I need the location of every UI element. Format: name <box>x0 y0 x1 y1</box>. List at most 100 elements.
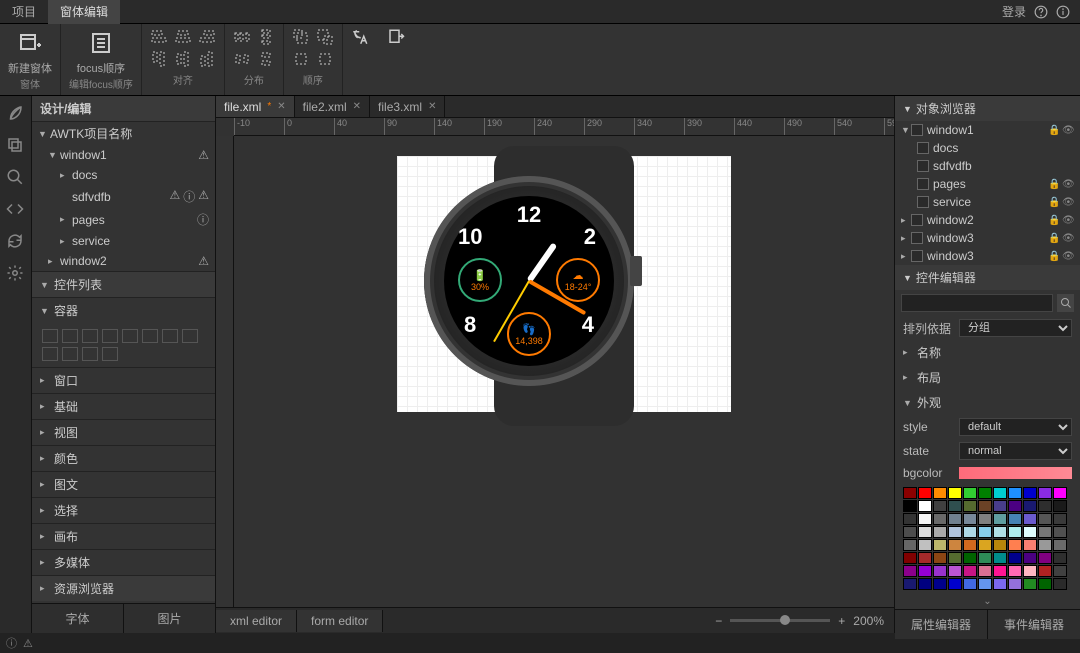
expand-palette[interactable]: ⌄ <box>895 594 1080 609</box>
imagetext-section[interactable]: ▸图文 <box>32 471 215 497</box>
dist-h-icon[interactable] <box>233 28 251 46</box>
control-swatch[interactable] <box>102 347 118 361</box>
status-warning-icon[interactable]: ⚠ <box>23 637 33 650</box>
control-swatch[interactable] <box>182 329 198 343</box>
color-swatch[interactable] <box>993 578 1007 590</box>
color-swatch[interactable] <box>933 487 947 499</box>
control-swatch[interactable] <box>42 329 58 343</box>
control-swatch[interactable] <box>102 329 118 343</box>
tree-sdfvdfb[interactable]: sdfvdfb⚠ⓘ⚠ <box>32 185 215 208</box>
align-bottom-icon[interactable] <box>198 50 216 68</box>
color-swatch[interactable] <box>918 539 932 551</box>
color-swatch[interactable] <box>948 487 962 499</box>
status-info-icon[interactable]: ⓘ <box>6 635 17 651</box>
dist-h2-icon[interactable] <box>233 50 251 68</box>
name-section[interactable]: ▸名称 <box>895 340 1080 365</box>
tree-window2[interactable]: ▸window2⚠ <box>32 251 215 271</box>
color-swatch[interactable] <box>903 487 917 499</box>
color-swatch[interactable] <box>1038 565 1052 577</box>
canvas-section[interactable]: ▸画布 <box>32 523 215 549</box>
close-icon[interactable]: ✕ <box>428 101 436 112</box>
color-swatch[interactable] <box>1038 500 1052 512</box>
control-swatch[interactable] <box>122 329 138 343</box>
lock-icon[interactable]: 🔒 <box>1048 125 1060 136</box>
lock-icon[interactable]: 🔒 <box>1048 197 1060 208</box>
obj-window1[interactable]: ▼window1🔒👁 <box>895 121 1080 139</box>
color-swatch[interactable] <box>963 539 977 551</box>
color-swatch[interactable] <box>978 487 992 499</box>
search-icon[interactable] <box>6 168 26 188</box>
control-swatch[interactable] <box>142 329 158 343</box>
obj-window3b[interactable]: ▸window3🔒👁 <box>895 247 1080 265</box>
forward-icon[interactable] <box>292 50 310 68</box>
leaf-icon[interactable] <box>6 104 26 124</box>
color-swatch[interactable] <box>933 552 947 564</box>
color-swatch[interactable] <box>1038 578 1052 590</box>
color-swatch[interactable] <box>918 565 932 577</box>
color-swatch[interactable] <box>993 487 1007 499</box>
artboard[interactable]: 12 2 4 8 10 🔋30% ☁18-24° 👣14,398 <box>397 156 731 412</box>
align-right-icon[interactable] <box>198 28 216 46</box>
color-swatch[interactable] <box>1023 552 1037 564</box>
tree-root[interactable]: ▼AWTK项目名称 <box>32 122 215 145</box>
resource-browser-section[interactable]: ▸资源浏览器 <box>32 575 215 601</box>
bgcolor-preview[interactable] <box>959 467 1072 479</box>
color-swatch[interactable] <box>1008 513 1022 525</box>
color-swatch[interactable] <box>933 578 947 590</box>
menu-window-edit[interactable]: 窗体编辑 <box>48 0 120 24</box>
color-swatch[interactable] <box>1038 513 1052 525</box>
tree-service[interactable]: ▸service <box>32 231 215 251</box>
bring-front-icon[interactable] <box>292 28 310 46</box>
file-tab-2[interactable]: file2.xml✕ <box>295 96 370 117</box>
send-back-icon[interactable] <box>316 28 334 46</box>
color-swatch[interactable] <box>1008 500 1022 512</box>
tab-image[interactable]: 图片 <box>123 604 215 633</box>
control-swatch[interactable] <box>162 329 178 343</box>
zoom-out-icon[interactable]: − <box>715 614 722 628</box>
ribbon-focus-order[interactable]: focus顺序 编辑focus顺序 <box>61 24 142 95</box>
color-swatch[interactable] <box>1053 565 1067 577</box>
tab-form-editor[interactable]: form editor <box>297 610 383 632</box>
eye-icon[interactable]: 👁 <box>1062 251 1074 262</box>
color-swatch[interactable] <box>963 487 977 499</box>
color-swatch[interactable] <box>1038 539 1052 551</box>
color-swatch[interactable] <box>978 565 992 577</box>
color-swatch[interactable] <box>948 578 962 590</box>
color-swatch[interactable] <box>1038 526 1052 538</box>
lock-icon[interactable]: 🔒 <box>1048 215 1060 226</box>
tab-xml-editor[interactable]: xml editor <box>216 610 297 632</box>
eye-icon[interactable]: 👁 <box>1062 179 1074 190</box>
color-swatch[interactable] <box>918 513 932 525</box>
tree-window1[interactable]: ▼window1⚠ <box>32 145 215 165</box>
design-surface[interactable]: 12 2 4 8 10 🔋30% ☁18-24° 👣14,398 <box>234 136 894 607</box>
color-swatch[interactable] <box>948 500 962 512</box>
color-swatch[interactable] <box>1023 578 1037 590</box>
obj-pages[interactable]: pages🔒👁 <box>895 175 1080 193</box>
color-swatch[interactable] <box>1008 487 1022 499</box>
color-swatch[interactable] <box>948 539 962 551</box>
eye-icon[interactable]: 👁 <box>1062 125 1074 136</box>
tab-event-editor[interactable]: 事件编辑器 <box>987 610 1080 639</box>
obj-sdfvdfb[interactable]: sdfvdfb <box>895 157 1080 175</box>
color-swatch[interactable] <box>1008 565 1022 577</box>
help-icon[interactable] <box>1034 5 1048 19</box>
file-tab-1[interactable]: file.xml*✕ <box>216 96 295 117</box>
color-swatch[interactable] <box>963 565 977 577</box>
file-tab-3[interactable]: file3.xml✕ <box>370 96 445 117</box>
code-icon[interactable] <box>6 200 26 220</box>
search-button[interactable] <box>1057 294 1074 312</box>
state-dropdown[interactable]: normal <box>959 442 1072 460</box>
color-swatch[interactable] <box>1008 552 1022 564</box>
lock-icon[interactable]: 🔒 <box>1048 179 1060 190</box>
style-dropdown[interactable]: default <box>959 418 1072 436</box>
color-swatch[interactable] <box>1053 552 1067 564</box>
view-section[interactable]: ▸视图 <box>32 419 215 445</box>
color-swatch[interactable] <box>903 565 917 577</box>
object-browser-header[interactable]: ▼对象浏览器 <box>895 96 1080 121</box>
color-swatch[interactable] <box>903 539 917 551</box>
color-swatch[interactable] <box>978 526 992 538</box>
color-swatch[interactable] <box>948 565 962 577</box>
color-swatch[interactable] <box>1053 500 1067 512</box>
color-swatch[interactable] <box>963 526 977 538</box>
color-swatch[interactable] <box>1038 552 1052 564</box>
